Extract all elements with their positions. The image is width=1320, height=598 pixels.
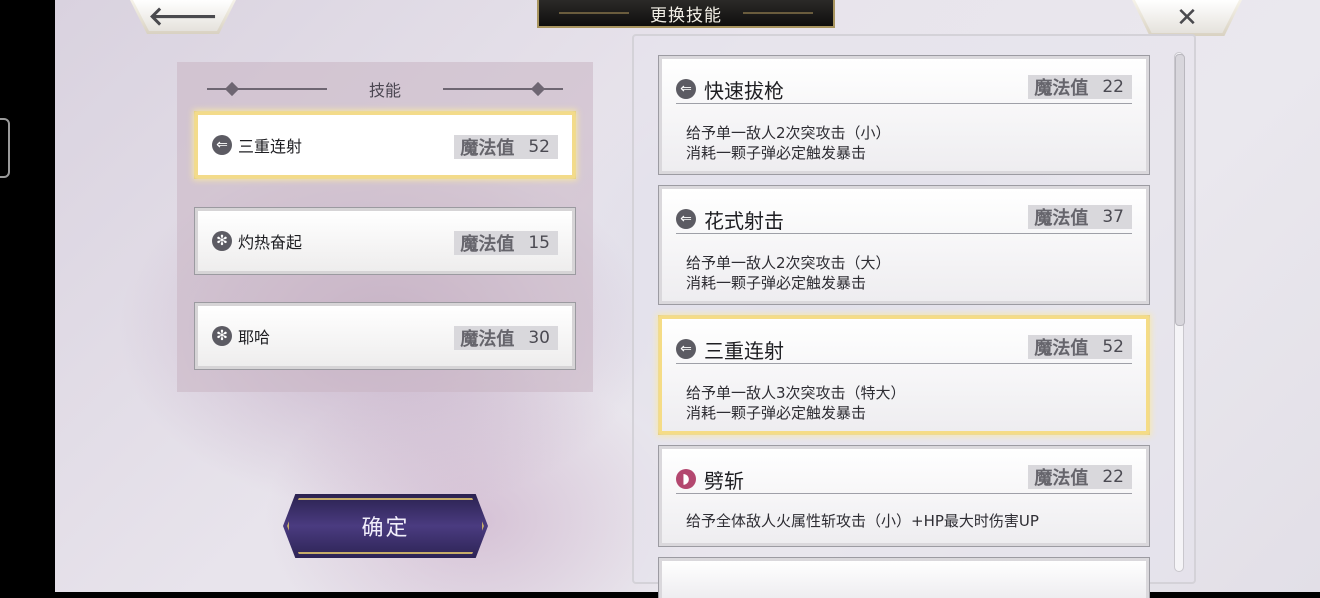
skill-description: 给予单一敌人2次突攻击（大） 消耗一颗子弹必定触发暴击 <box>686 253 1132 293</box>
skill-description-line-1: 给予全体敌人火属性斩攻击（小）+HP最大时伤害UP <box>686 512 1039 530</box>
edge-notch <box>0 118 10 178</box>
skill-description: 给予全体敌人火属性斩攻击（小）+HP最大时伤害UP <box>686 511 1132 531</box>
skill-description-line-1: 给予单一敌人2次突攻击（大） <box>686 254 891 272</box>
close-button[interactable]: ✕ <box>1132 0 1242 36</box>
mp-value: 30 <box>528 328 550 348</box>
burst-icon: ✻ <box>212 326 232 346</box>
mp-value: 52 <box>528 137 550 157</box>
mp-cost-badge: 魔法值 15 <box>454 231 558 255</box>
skill-card-header: ⇐ 花式射击 魔法值 37 <box>676 205 1132 234</box>
mp-label: 魔法值 <box>1034 338 1089 359</box>
skill-card-1[interactable]: ⇐ 快速拔枪 魔法值 22 给予单一敌人2次突攻击（小） 消耗一颗子弹必定触发暴… <box>659 56 1149 174</box>
skill-name: 劈斩 <box>704 468 744 493</box>
arrow-left-icon: ⇐ <box>676 79 696 99</box>
back-button[interactable]: 🡐 <box>130 0 236 34</box>
skill-card-5-partial[interactable] <box>659 558 1149 598</box>
mp-label: 魔法值 <box>460 138 515 159</box>
arrow-left-icon: ⇐ <box>676 339 696 359</box>
slash-orb-icon: ◗ <box>676 469 696 489</box>
mp-value: 52 <box>1102 337 1124 357</box>
burst-icon: ✻ <box>212 231 232 251</box>
mp-label: 魔法值 <box>1034 208 1089 229</box>
header-ornament-left <box>207 88 327 90</box>
mp-value: 22 <box>1102 467 1124 487</box>
page-title: 更换技能 <box>650 5 722 26</box>
mp-cost-badge: 魔法值 22 <box>1028 465 1132 489</box>
mp-value: 37 <box>1102 207 1124 227</box>
skill-description-line-1: 给予单一敌人2次突攻击（小） <box>686 124 891 142</box>
skill-name: 快速拔枪 <box>704 78 784 103</box>
skill-card-4[interactable]: ◗ 劈斩 魔法值 22 给予全体敌人火属性斩攻击（小）+HP最大时伤害UP <box>659 446 1149 546</box>
skill-name: 三重连射 <box>704 338 784 363</box>
skill-description-line-1: 给予单一敌人3次突攻击（特大） <box>686 384 906 402</box>
equipped-skills-header: 技能 <box>177 76 593 102</box>
skill-list-scrollbar[interactable] <box>1174 52 1185 572</box>
slot-skill-name: 三重连射 <box>238 137 303 156</box>
skill-card-header: ⇐ 快速拔枪 魔法值 22 <box>676 75 1132 104</box>
skill-description: 给予单一敌人3次突攻击（特大） 消耗一颗子弹必定触发暴击 <box>686 383 1132 423</box>
mp-cost-badge: 魔法值 22 <box>1028 75 1132 99</box>
equipped-skills-title: 技能 <box>368 81 401 100</box>
mp-value: 15 <box>528 233 550 253</box>
header-ornament-right <box>443 88 563 90</box>
mp-label: 魔法值 <box>1034 468 1089 489</box>
arrow-left-icon: ⇐ <box>212 135 232 155</box>
skill-card-header: ◗ 劈斩 魔法值 22 <box>676 465 1132 494</box>
skill-description-line-2: 消耗一颗子弹必定触发暴击 <box>686 274 867 292</box>
skill-description-line-2: 消耗一颗子弹必定触发暴击 <box>686 404 867 422</box>
back-arrow-icon: 🡐 <box>148 2 218 32</box>
equipped-slot-2[interactable]: ✻ 灼热奋起 魔法值 15 <box>195 208 575 274</box>
mp-cost-badge: 魔法值 52 <box>1028 335 1132 359</box>
mp-value: 22 <box>1102 77 1124 97</box>
slot-skill-name: 耶哈 <box>238 328 271 347</box>
skill-card-2[interactable]: ⇐ 花式射击 魔法值 37 给予单一敌人2次突攻击（大） 消耗一颗子弹必定触发暴… <box>659 186 1149 304</box>
close-icon: ✕ <box>1176 3 1198 33</box>
screen-edge <box>0 0 55 592</box>
confirm-button-label: 确定 <box>361 516 410 541</box>
title-plate: 更换技能 <box>537 0 835 28</box>
mp-label: 魔法值 <box>460 234 515 255</box>
title-ornament-right <box>743 12 813 14</box>
skill-card-header: ⇐ 三重连射 魔法值 52 <box>676 335 1132 364</box>
scrollbar-thumb[interactable] <box>1175 54 1185 326</box>
skill-card-3[interactable]: ⇐ 三重连射 魔法值 52 给予单一敌人3次突攻击（特大） 消耗一颗子弹必定触发… <box>659 316 1149 434</box>
confirm-button[interactable]: 确定 <box>283 494 488 558</box>
slot-skill-name: 灼热奋起 <box>238 233 303 252</box>
mp-cost-badge: 魔法值 30 <box>454 326 558 350</box>
equipped-slot-1[interactable]: ⇐ 三重连射 魔法值 52 <box>195 112 575 178</box>
title-ornament-left <box>559 12 629 14</box>
mp-label: 魔法值 <box>460 329 515 350</box>
skill-name: 花式射击 <box>704 208 784 233</box>
mp-cost-badge: 魔法值 52 <box>454 135 558 159</box>
skill-description: 给予单一敌人2次突攻击（小） 消耗一颗子弹必定触发暴击 <box>686 123 1132 163</box>
mp-cost-badge: 魔法值 37 <box>1028 205 1132 229</box>
skill-description-line-2: 消耗一颗子弹必定触发暴击 <box>686 144 867 162</box>
equipped-slot-3[interactable]: ✻ 耶哈 魔法值 30 <box>195 303 575 369</box>
arrow-left-icon: ⇐ <box>676 209 696 229</box>
equipped-skills-panel: 技能 ⇐ 三重连射 魔法值 52 ✻ 灼热奋起 魔法值 15 ✻ 耶哈 魔法值 … <box>177 62 593 392</box>
mp-label: 魔法值 <box>1034 78 1089 99</box>
